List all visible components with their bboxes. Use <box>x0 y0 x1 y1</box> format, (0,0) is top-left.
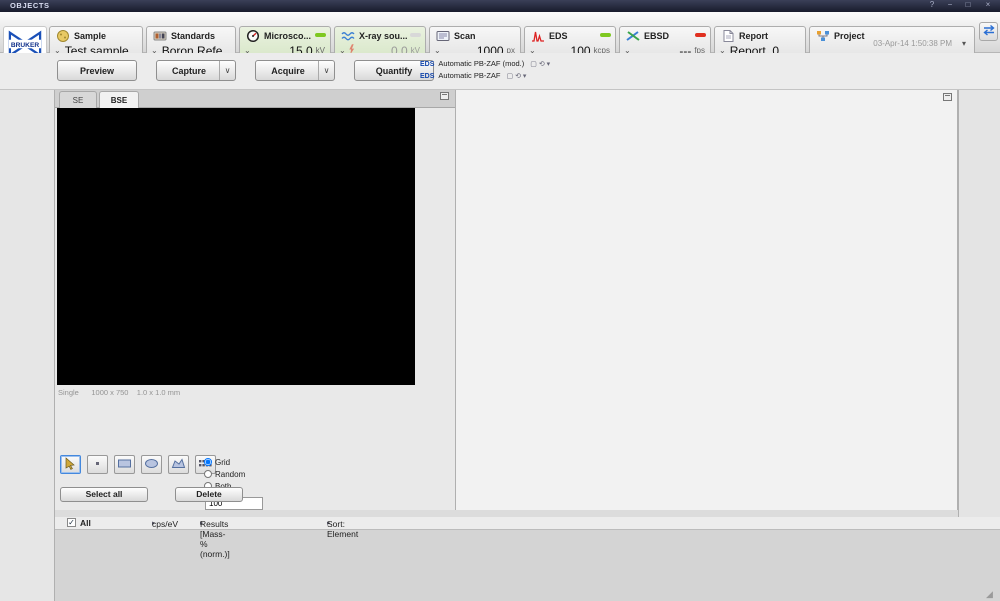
status-indicator <box>695 33 706 37</box>
acquire-button[interactable]: Acquire∨ <box>255 60 335 81</box>
capture-button[interactable]: Capture∨ <box>156 60 236 81</box>
bse-image[interactable] <box>57 108 415 385</box>
image-panel-restore-icon[interactable] <box>440 92 449 100</box>
status-indicator <box>600 33 611 37</box>
spectrum-panel-restore-icon[interactable] <box>943 93 952 101</box>
tool-ellipse-button[interactable] <box>141 455 162 474</box>
results-table: ✓ All ▸ cps/eV ▸ Results [Mass-%(norm.)]… <box>55 517 1000 601</box>
tool-select-button[interactable] <box>60 455 81 474</box>
results-table-header: ✓ All ▸ cps/eV ▸ Results [Mass-%(norm.)]… <box>55 517 1000 530</box>
close-button[interactable]: × <box>980 0 996 11</box>
title-bar: OBJECTS ? − □ × <box>0 0 1000 12</box>
chevron-down-icon[interactable]: ▾ <box>962 39 966 48</box>
delete-button[interactable]: Delete <box>175 487 243 502</box>
eds-method-2[interactable]: EDSAutomatic PB-ZAF▢ ⟲ ▾ <box>420 71 526 82</box>
radio-random[interactable]: Random <box>204 470 245 481</box>
project-icon <box>815 29 831 48</box>
window-title: OBJECTS <box>10 1 50 10</box>
project-timestamp: 03-Apr-14 1:50:38 PM <box>873 39 952 48</box>
all-checkbox[interactable]: ✓ <box>67 518 76 527</box>
svg-text:BRUKER: BRUKER <box>11 42 40 49</box>
main-toolbar: BRUKER Sample⌄Test sampleStandards⌄Boron… <box>0 12 1000 53</box>
maximize-button[interactable]: □ <box>960 0 976 11</box>
spectrum-panel <box>455 90 958 510</box>
mode-sidebar <box>0 90 55 601</box>
tab-bse[interactable]: BSE <box>99 91 139 108</box>
tab-se[interactable]: SE <box>59 91 97 108</box>
resize-grip[interactable]: ◢ <box>986 589 998 599</box>
tool-polygon-button[interactable] <box>168 455 189 474</box>
tool-rectangle-button[interactable] <box>114 455 135 474</box>
status-indicator <box>410 33 421 37</box>
eds-method-1[interactable]: EDSAutomatic PB-ZAF (mod.)▢ ⟲ ▾ <box>420 59 550 70</box>
help-button[interactable]: ? <box>924 0 940 11</box>
image-status-text: Single 1000 x 750 1.0 x 1.0 mm <box>58 388 180 397</box>
app-window: OBJECTS ? − □ × BRUKER Sample⌄Test sampl… <box>0 0 1000 601</box>
all-label: All <box>80 518 91 528</box>
acquire-dropdown[interactable]: ∨ <box>318 61 334 80</box>
select-all-button[interactable]: Select all <box>60 487 148 502</box>
status-indicator <box>315 33 326 37</box>
capture-dropdown[interactable]: ∨ <box>219 61 235 80</box>
action-toolbar: Preview Capture∨ Acquire∨ Quantify EDSAu… <box>0 53 1000 90</box>
radio-grid[interactable]: Grid <box>204 458 230 469</box>
project-swap-button[interactable] <box>979 22 998 41</box>
tool-point-button[interactable] <box>87 455 108 474</box>
minimize-button[interactable]: − <box>942 0 958 11</box>
preview-button[interactable]: Preview <box>57 60 137 81</box>
